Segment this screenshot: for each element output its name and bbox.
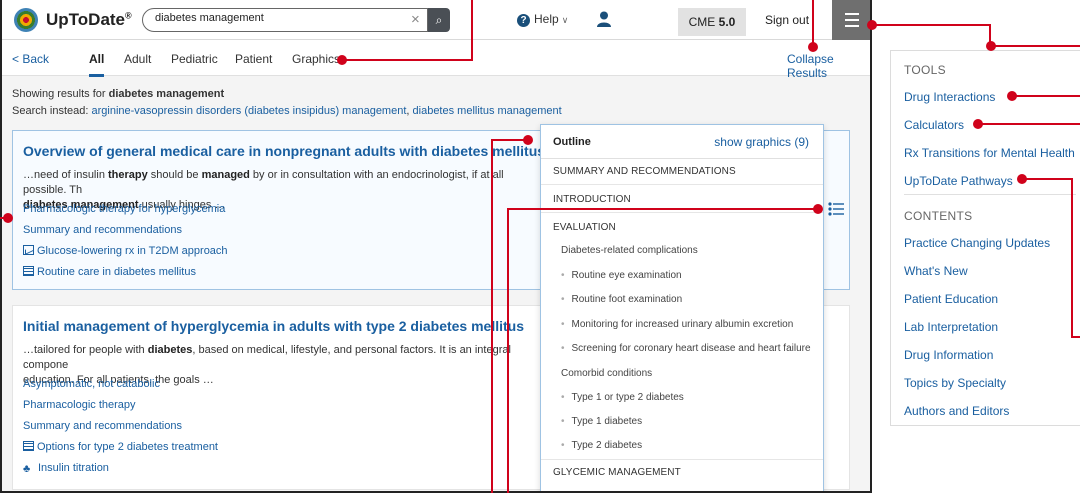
showing-results-text: Showing results for diabetes management xyxy=(12,88,225,100)
uptodate-logo[interactable]: UpToDate® xyxy=(46,10,132,30)
tab-graphics[interactable]: Graphics xyxy=(292,52,340,66)
hamburger-menu-button[interactable] xyxy=(832,0,870,40)
tool-link[interactable]: Rx Transitions for Mental Health xyxy=(904,146,1075,160)
outline-section-link[interactable]: GLYCEMIC MANAGEMENT xyxy=(541,459,823,485)
menu-bar xyxy=(845,13,859,15)
result-graphic-link[interactable]: Options for type 2 diabetes treatment xyxy=(23,441,218,453)
table-icon xyxy=(23,441,34,451)
uptodate-logo-icon[interactable] xyxy=(14,8,38,32)
contents-link[interactable]: Drug Information xyxy=(904,348,993,362)
tab-adult[interactable]: Adult xyxy=(124,52,151,66)
result-graphic-link[interactable]: ♣ Insulin titration xyxy=(23,462,109,475)
outline-subsection-link[interactable]: Diabetes-related complications xyxy=(561,245,698,256)
outline-title: Outline xyxy=(553,136,591,148)
search-box: × xyxy=(142,8,428,32)
result-title-link[interactable]: Overview of general medical care in nonp… xyxy=(23,143,545,159)
result-section-link[interactable]: Summary and recommendations xyxy=(23,224,182,236)
help-icon: ? xyxy=(517,14,530,27)
outline-subsection-link[interactable]: Comorbid conditions xyxy=(561,368,652,379)
show-graphics-link[interactable]: show graphics (9) xyxy=(714,135,809,149)
result-section-link[interactable]: Pharmacologic therapy for hyperglycemia xyxy=(23,203,225,215)
tool-link[interactable]: UpToDate Pathways xyxy=(904,174,1013,188)
contents-link[interactable]: Authors and Editors xyxy=(904,404,1009,418)
graph-icon xyxy=(23,245,34,255)
sign-out-link[interactable]: Sign out xyxy=(765,13,809,27)
tab-all[interactable]: All xyxy=(89,52,105,77)
algorithm-icon: ♣ xyxy=(23,463,31,475)
menu-bar xyxy=(845,25,859,27)
contents-heading: CONTENTS xyxy=(904,209,973,223)
uptodate-app-window: UpToDate® × ⌕ ?Help∨ CME 5.0 Sign out < … xyxy=(0,0,872,493)
outline-header: Outline show graphics (9) xyxy=(541,125,823,159)
contents-link[interactable]: Topics by Specialty xyxy=(904,376,1006,390)
alt-search-link[interactable]: diabetes mellitus management xyxy=(413,105,562,117)
search-instead-text: Search instead: arginine-vasopressin dis… xyxy=(12,105,562,117)
result-title-link[interactable]: Initial management of hyperglycemia in a… xyxy=(23,318,524,334)
outline-item-link[interactable]: Type 1 diabetes xyxy=(561,416,643,427)
outline-item-link[interactable]: Type 2 diabetes xyxy=(561,440,643,451)
outline-section-link[interactable]: INTRODUCTION xyxy=(541,187,823,213)
result-filter-tabs: < Back All Adult Pediatric Patient Graph… xyxy=(2,40,870,80)
annotated-screenshot: UpToDate® × ⌕ ?Help∨ CME 5.0 Sign out < … xyxy=(0,0,1080,493)
chevron-down-icon: ∨ xyxy=(561,15,569,25)
back-link[interactable]: < Back xyxy=(12,52,49,66)
magnifier-icon: ⌕ xyxy=(435,13,443,27)
outline-item-link[interactable]: Monitoring for increased urinary albumin… xyxy=(561,319,794,330)
menu-bar xyxy=(845,19,859,21)
search-input[interactable] xyxy=(155,12,395,24)
cme-credits-badge[interactable]: CME 5.0 xyxy=(678,8,746,36)
contents-link[interactable]: Practice Changing Updates xyxy=(904,236,1050,250)
outline-list-icon[interactable] xyxy=(828,202,844,216)
outline-item-link[interactable]: Type 1 or type 2 diabetes xyxy=(561,392,684,403)
alt-search-link[interactable]: arginine-vasopressin disorders (diabetes… xyxy=(92,105,407,117)
contents-link[interactable]: Lab Interpretation xyxy=(904,320,998,334)
result-graphic-link[interactable]: Routine care in diabetes mellitus xyxy=(23,266,196,278)
tools-heading: TOOLS xyxy=(904,63,946,77)
result-section-link[interactable]: Pharmacologic therapy xyxy=(23,399,136,411)
outline-item-link[interactable]: Screening for coronary heart disease and… xyxy=(561,343,811,354)
table-icon xyxy=(23,266,34,276)
search-button[interactable]: ⌕ xyxy=(428,8,450,32)
topic-outline-popup: Outline show graphics (9) SUMMARY AND RE… xyxy=(540,124,824,491)
result-section-link[interactable]: Summary and recommendations xyxy=(23,420,182,432)
tool-link[interactable]: Calculators xyxy=(904,118,964,132)
clear-search-icon[interactable]: × xyxy=(411,11,420,29)
tool-link[interactable]: Drug Interactions xyxy=(904,90,995,104)
contents-link[interactable]: What's New xyxy=(904,264,968,278)
tools-menu-panel: TOOLS Drug Interactions Calculators Rx T… xyxy=(890,50,1080,426)
annotation-line xyxy=(872,24,1080,47)
outline-item-link[interactable]: Routine eye examination xyxy=(561,270,682,281)
help-menu[interactable]: ? Help ∨ xyxy=(517,12,568,27)
result-graphic-link[interactable]: Glucose-lowering rx in T2DM approach xyxy=(23,245,228,257)
outline-item-link[interactable]: Routine foot examination xyxy=(561,294,683,305)
result-section-link[interactable]: Asymptomatic, not catabolic xyxy=(23,378,160,390)
collapse-results-link[interactable]: Collapse Results xyxy=(787,52,870,80)
user-account-icon[interactable] xyxy=(597,11,611,27)
outline-section-link[interactable]: EVALUATION xyxy=(541,215,823,241)
contents-link[interactable]: Patient Education xyxy=(904,292,998,306)
tab-pediatric[interactable]: Pediatric xyxy=(171,52,218,66)
top-header: UpToDate® × ⌕ ?Help∨ CME 5.0 Sign out xyxy=(2,0,870,40)
outline-section-link[interactable]: SUMMARY AND RECOMMENDATIONS xyxy=(541,159,823,185)
tab-patient[interactable]: Patient xyxy=(235,52,272,66)
panel-divider xyxy=(904,194,1076,195)
